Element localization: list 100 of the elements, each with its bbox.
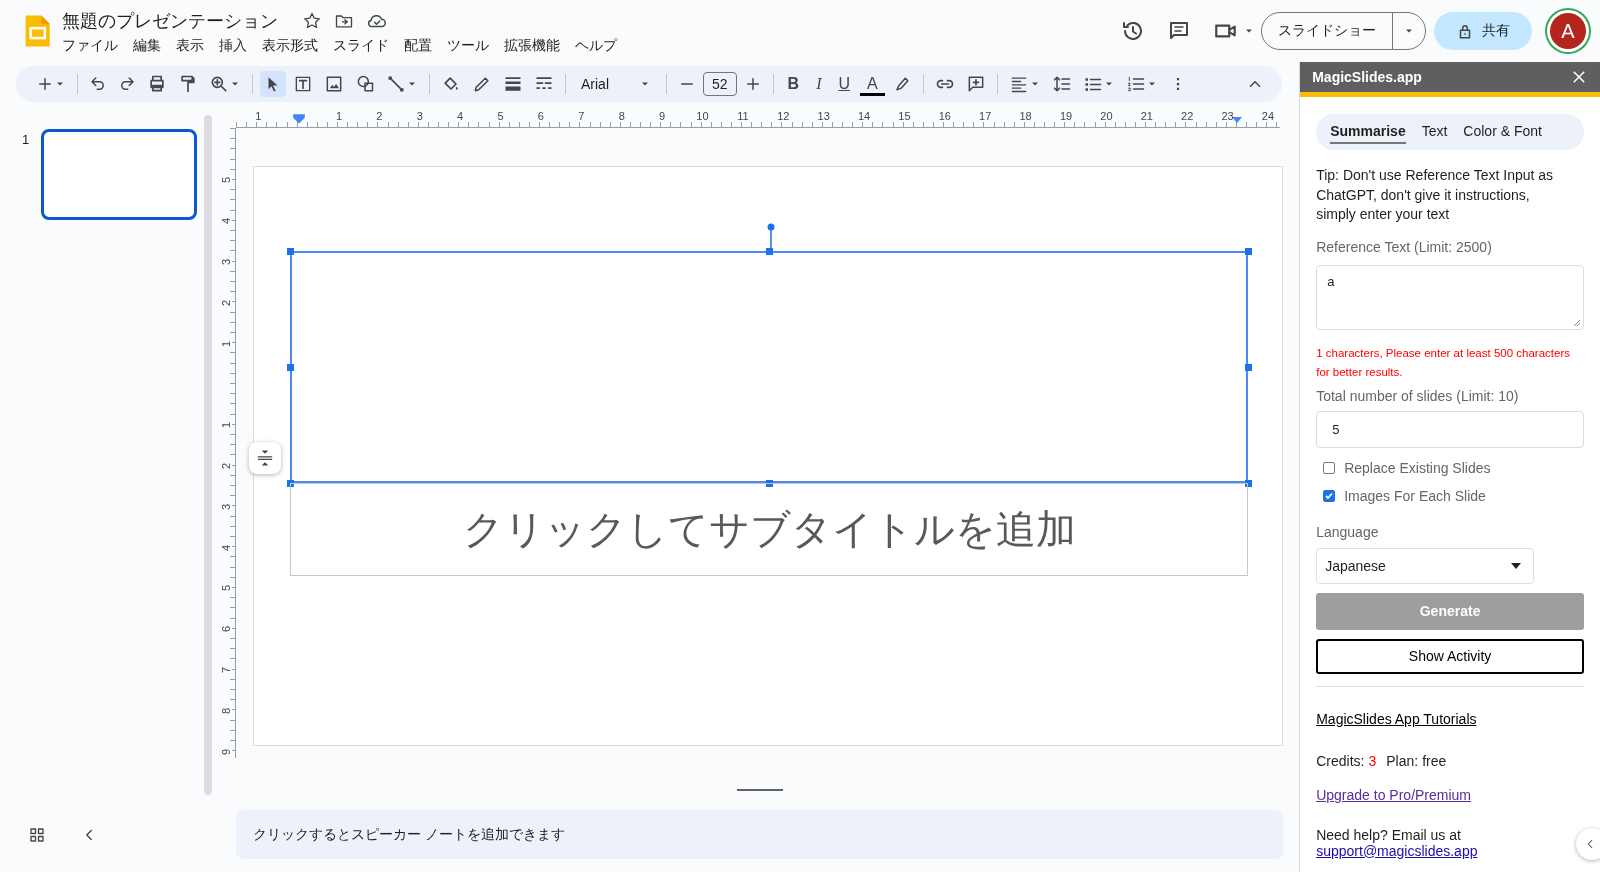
- ruler-label: 8: [617, 110, 626, 122]
- redo-icon[interactable]: [118, 75, 136, 93]
- bold-button[interactable]: B: [780, 73, 807, 95]
- select-tool-button[interactable]: [260, 71, 286, 97]
- ruler-label: 4: [456, 110, 465, 122]
- close-icon[interactable]: [1570, 68, 1588, 86]
- menu-item[interactable]: 表示: [176, 37, 204, 55]
- ruler-label: 17: [978, 110, 993, 122]
- ruler-label: 2: [220, 299, 233, 306]
- plus-icon[interactable]: [36, 75, 54, 93]
- resize-handle[interactable]: [286, 247, 294, 255]
- menu-item[interactable]: スライド: [333, 37, 389, 55]
- ruler-label: 7: [577, 110, 586, 122]
- reference-text-field[interactable]: a: [1316, 264, 1584, 330]
- resize-handle[interactable]: [286, 479, 294, 487]
- ruler-label: 6: [220, 626, 233, 633]
- ruler-label: 16: [937, 110, 952, 122]
- font-size-field[interactable]: 52: [703, 72, 737, 96]
- shapes-icon[interactable]: [355, 74, 375, 94]
- caret-icon: [1511, 562, 1522, 569]
- upgrade-link[interactable]: Upgrade to Pro/Premium: [1316, 786, 1472, 803]
- ruler-label: 9: [220, 748, 233, 755]
- resize-handle[interactable]: [286, 363, 294, 371]
- ruler-label: 4: [220, 544, 233, 551]
- print-icon[interactable]: [147, 74, 167, 94]
- menu-item[interactable]: ファイル: [62, 37, 118, 55]
- underline-button[interactable]: U: [831, 73, 858, 95]
- ruler-label: 22: [1180, 110, 1195, 122]
- line-spacing-icon[interactable]: [1051, 74, 1072, 94]
- zoom-icon[interactable]: [209, 74, 229, 94]
- italic-button[interactable]: I: [809, 73, 829, 95]
- pen-icon[interactable]: [472, 74, 492, 94]
- ruler-label: 3: [220, 503, 233, 510]
- line-icon[interactable]: [386, 74, 406, 94]
- rotate-handle[interactable]: [767, 223, 775, 251]
- menu-item[interactable]: 表示形式: [262, 37, 318, 55]
- autofit-icon: [255, 448, 275, 468]
- language-dropdown[interactable]: Japanese: [1316, 547, 1535, 584]
- undo-icon[interactable]: [89, 75, 107, 93]
- paint-format-icon[interactable]: [178, 74, 198, 94]
- slide-thumbnail[interactable]: [41, 129, 198, 220]
- share-button[interactable]: 共有: [1434, 12, 1532, 50]
- ruler-label: 15: [897, 110, 912, 122]
- checkbox-label[interactable]: Replace Existing Slides: [1344, 459, 1491, 476]
- subtitle-text-box[interactable]: クリックしてサブタイトルを追加: [290, 483, 1248, 576]
- star-icon[interactable]: [302, 11, 322, 31]
- ruler-label: 1: [220, 340, 233, 347]
- resize-handle[interactable]: [1244, 479, 1252, 487]
- credits-label: Credits:: [1316, 752, 1365, 769]
- menu-item[interactable]: 拡張機能: [504, 37, 560, 55]
- email-link[interactable]: support@magicslides.app: [1316, 842, 1478, 859]
- tutorials-link[interactable]: MagicSlides App Tutorials: [1316, 710, 1477, 727]
- ruler-label: 12: [776, 110, 791, 122]
- tab[interactable]: Summarise: [1330, 120, 1406, 144]
- border-weight-icon[interactable]: [503, 74, 523, 94]
- ruler-label: 1: [220, 422, 233, 429]
- ruler-label: 3: [220, 258, 233, 266]
- autofit-button[interactable]: [249, 442, 281, 474]
- menu-item[interactable]: ヘルプ: [575, 37, 617, 55]
- menu-item[interactable]: ツール: [447, 37, 489, 55]
- error-message: 1 characters, Please enter at least 500 characters for better results.: [1316, 345, 1571, 380]
- numbered-list-icon[interactable]: [1125, 74, 1146, 94]
- checkbox[interactable]: [1323, 489, 1336, 502]
- resize-handle[interactable]: [765, 247, 773, 255]
- ruler-label: 20: [1099, 110, 1114, 122]
- ruler-label: 13: [816, 110, 831, 122]
- text-color-button[interactable]: A: [860, 72, 885, 96]
- ruler-label: 1: [254, 110, 263, 122]
- checkbox-label[interactable]: Images For Each Slide: [1344, 487, 1486, 504]
- checkbox[interactable]: [1323, 461, 1336, 474]
- tab[interactable]: Text: [1421, 120, 1448, 144]
- tip-text: Tip: Don't use Reference Text Input as ChatGPT, don't give it instructions, simply enter your text: [1316, 166, 1555, 224]
- ruler-label: 2: [375, 110, 384, 122]
- slide-number: 1: [22, 132, 30, 149]
- scrollbar[interactable]: [204, 115, 212, 795]
- history-icon[interactable]: [1121, 19, 1145, 43]
- tab[interactable]: Color & Font: [1463, 120, 1542, 144]
- text-box-icon[interactable]: [293, 74, 313, 94]
- font-dropdown[interactable]: Arial: [573, 76, 659, 92]
- resize-handle[interactable]: [737, 789, 783, 791]
- ruler-label: 5: [220, 177, 233, 184]
- resize-handle[interactable]: [765, 479, 773, 487]
- image-icon[interactable]: [324, 74, 344, 94]
- ruler-label: 14: [856, 110, 872, 122]
- ruler-label: 5: [496, 110, 505, 122]
- ruler-label: 23: [1220, 110, 1235, 122]
- ruler-label: 7: [220, 666, 233, 673]
- document-title[interactable]: 無題のプレゼンテーション: [62, 9, 278, 33]
- menu-item[interactable]: 挿入: [219, 37, 247, 55]
- ruler-label: 10: [695, 110, 710, 122]
- ruler-label: 3: [415, 110, 424, 122]
- resize-handle[interactable]: [1244, 247, 1252, 255]
- show-activity-button[interactable]: Show Activity: [1316, 638, 1584, 674]
- slide-count-field[interactable]: 5: [1316, 410, 1584, 448]
- menu-item[interactable]: 配置: [404, 37, 432, 55]
- grid-view-icon[interactable]: [28, 826, 46, 844]
- speaker-notes-field[interactable]: クリックするとスピーカー ノートを追加できます: [236, 810, 1283, 859]
- menu-item[interactable]: 編集: [133, 37, 161, 55]
- resize-grip-icon[interactable]: [1573, 318, 1581, 327]
- resize-handle[interactable]: [1244, 363, 1252, 371]
